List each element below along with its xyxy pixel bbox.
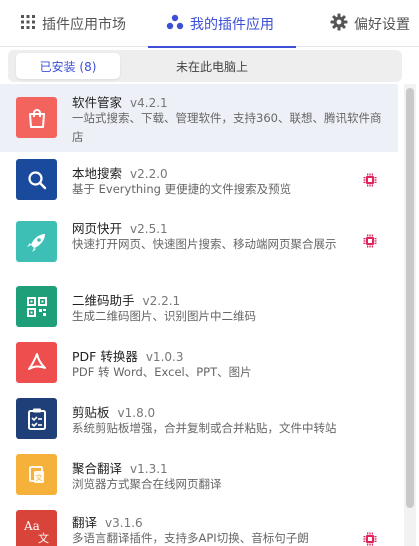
translate-aa-icon: Aa 文 [16, 510, 57, 546]
tab-my-plugins[interactable]: 我的插件应用 [148, 0, 296, 48]
plugin-description: 生成二维码图片、识别图片中二维码 [72, 309, 256, 323]
translate-doc-icon: 文 [16, 454, 57, 495]
plugin-item-software-manager[interactable]: 软件管家 v4.2.1 一站式搜索、下载、管理软件，支持360、联想、腾讯软件商… [0, 84, 398, 152]
magnifier-icon [16, 159, 57, 200]
tab-preferences[interactable]: 偏好设置 [330, 0, 419, 47]
plugin-version: v1.8.0 [117, 406, 156, 420]
plugin-list: 软件管家 v4.2.1 一站式搜索、下载、管理软件，支持360、联想、腾讯软件商… [0, 84, 398, 546]
plugin-description: 多语言翻译插件，支持多API切换、音标句子朗 [72, 531, 309, 545]
plugin-description: 浏览器方式聚合在线网页翻译 [72, 477, 222, 491]
qrcode-icon [16, 286, 57, 327]
plugins-icon [166, 14, 184, 34]
list-scrollbar[interactable] [404, 84, 416, 546]
plugin-version: v4.2.1 [130, 96, 168, 110]
top-tab-bar: 插件应用市场 我的插件应用 偏好设置 [0, 0, 419, 48]
shopping-bag-icon [16, 97, 57, 138]
pdf-icon [16, 342, 57, 383]
chip-icon[interactable] [363, 173, 377, 187]
svg-text:文: 文 [38, 531, 49, 544]
plugin-item-aggregate-translate[interactable]: 文 聚合翻译 v1.3.1 浏览器方式聚合在线网页翻译 [0, 440, 398, 496]
grid-icon [20, 14, 36, 34]
svg-text:Aa: Aa [23, 519, 40, 533]
install-filter-segment: 已安装 (8) 未在此电脑上 [8, 50, 402, 82]
plugin-item-clipboard[interactable]: 剪贴板 v1.8.0 系统剪贴板增强，合并复制或合并粘贴，文件中转站 [0, 384, 398, 440]
plugin-item-translate[interactable]: Aa 文 翻译 v3.1.6 多语言翻译插件，支持多API切换、音标句子朗 [0, 496, 398, 546]
rocket-icon [16, 221, 57, 262]
svg-text:文: 文 [35, 473, 42, 482]
plugin-description: PDF 转 Word、Excel、PPT、图片 [72, 365, 252, 379]
clipboard-icon [16, 398, 57, 439]
chip-icon[interactable] [363, 234, 377, 248]
plugin-version: v1.0.3 [145, 350, 184, 364]
plugin-version: v2.2.1 [142, 294, 181, 308]
segment-not-on-this-pc[interactable]: 未在此电脑上 [148, 53, 276, 79]
plugin-description: 基于 Everything 更便捷的文件搜索及预览 [72, 182, 292, 196]
plugin-version: v2.2.0 [130, 167, 168, 181]
plugin-description: 系统剪贴板增强，合并复制或合并粘贴，文件中转站 [72, 421, 337, 435]
plugin-description: 快速打开网页、快速图片搜索、移动端网页聚合展示 [72, 237, 337, 251]
segment-installed[interactable]: 已安装 (8) [16, 53, 120, 79]
tab-plugin-market-label: 插件应用市场 [42, 16, 126, 33]
plugin-version: v2.5.1 [130, 222, 168, 236]
tab-my-plugins-label: 我的插件应用 [190, 16, 274, 33]
plugin-item-local-search[interactable]: 本地搜索 v2.2.0 基于 Everything 更便捷的文件搜索及预览 [0, 152, 398, 208]
plugin-description: 一站式搜索、下载、管理软件，支持360、联想、腾讯软件商店 [72, 111, 382, 144]
plugin-item-pdf-converter[interactable]: PDF 转换器 v1.0.3 PDF 转 Word、Excel、PPT、图片 [0, 328, 398, 384]
scrollbar-thumb[interactable] [406, 88, 414, 508]
gear-icon [330, 13, 348, 35]
chip-icon[interactable] [363, 532, 377, 546]
plugin-item-web-quick-open[interactable]: 网页快开 v2.5.1 快速打开网页、快速图片搜索、移动端网页聚合展示 [0, 208, 398, 272]
tab-plugin-market[interactable]: 插件应用市场 [10, 0, 148, 47]
plugin-item-qrcode-helper[interactable]: 二维码助手 v2.2.1 生成二维码图片、识别图片中二维码 [0, 272, 398, 328]
plugin-version: v1.3.1 [130, 462, 168, 476]
plugin-version: v3.1.6 [105, 516, 143, 530]
tab-preferences-label: 偏好设置 [354, 16, 410, 33]
